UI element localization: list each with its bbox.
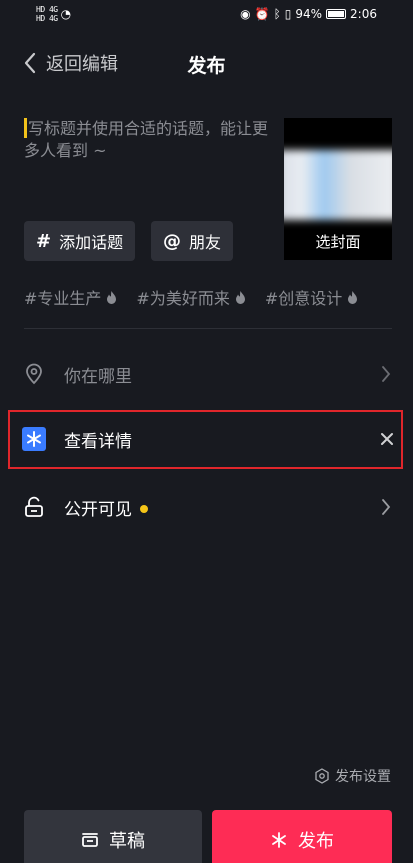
- add-topic-label: 添加话题: [59, 233, 124, 252]
- details-row[interactable]: 查看详情: [22, 419, 394, 459]
- caption-input[interactable]: 写标题并使用合适的话题，能让更多人看到 ~: [24, 118, 274, 162]
- wifi-icon: ◔: [60, 7, 72, 21]
- alarm-icon: ⏰: [254, 7, 270, 21]
- details-app-icon: [22, 427, 46, 451]
- draft-label: 草稿: [109, 831, 145, 852]
- location-label: 你在哪里: [64, 366, 132, 387]
- status-bar: HD 4G HD 4G ◔ ◉ ⏰ ᛒ ▯ 94% 2:06: [0, 0, 413, 30]
- publish-button[interactable]: 发布: [212, 810, 392, 863]
- cover-picker[interactable]: 选封面: [284, 118, 392, 260]
- draft-box-icon: [82, 833, 98, 847]
- location-row[interactable]: 你在哪里: [22, 354, 392, 394]
- header: 返回编辑 发布: [0, 44, 413, 84]
- status-right: ◉ ⏰ ᛒ ▯ 94% 2:06: [240, 7, 377, 21]
- new-badge-dot: [140, 504, 148, 513]
- sparkle-icon: [272, 832, 286, 848]
- flame-icon: [107, 290, 117, 304]
- cover-thumbnail: [284, 150, 392, 220]
- hashtag-suggestion[interactable]: #专业生产: [24, 284, 118, 310]
- chevron-right-icon: [382, 366, 391, 382]
- location-pin-icon: [22, 362, 46, 386]
- mention-friend-label: 朋友: [189, 233, 222, 252]
- battery-icon: [326, 9, 347, 19]
- add-topic-button[interactable]: # 添加话题: [24, 221, 136, 261]
- at-icon: @: [163, 230, 181, 252]
- flame-icon: [348, 290, 358, 304]
- caption-placeholder: 写标题并使用合适的话题，能让更多人看到 ~: [24, 119, 269, 160]
- vibrate-icon: ▯: [284, 7, 292, 21]
- publish-settings-link[interactable]: 发布设置: [314, 766, 391, 786]
- hashtag-suggestion[interactable]: #创意设计: [265, 284, 359, 310]
- eye-icon: ◉: [240, 7, 251, 21]
- bluetooth-icon: ᛒ: [273, 7, 281, 21]
- publish-label: 发布: [298, 831, 334, 852]
- details-label: 查看详情: [64, 431, 132, 452]
- cover-label: 选封面: [315, 233, 361, 251]
- chevron-right-icon: [382, 499, 391, 515]
- visibility-label: 公开可见: [64, 499, 132, 520]
- divider: [24, 328, 392, 329]
- text-cursor: [24, 118, 27, 138]
- flame-icon: [235, 290, 245, 304]
- hashtag-icon: #: [36, 230, 52, 252]
- visibility-row[interactable]: 公开可见: [22, 487, 392, 527]
- signal-indicators: HD 4G HD 4G ◔: [36, 5, 71, 23]
- publish-settings-label: 发布设置: [335, 769, 391, 785]
- battery-percent: 94%: [295, 7, 323, 21]
- page-title: 发布: [187, 55, 226, 77]
- hashtag-suggestions: #专业生产 #为美好而来 #创意设计: [24, 284, 404, 310]
- clock: 2:06: [350, 7, 377, 21]
- unlock-icon: [22, 495, 46, 519]
- hashtag-suggestion[interactable]: #为美好而来: [136, 284, 246, 310]
- signal-icon: HD 4G HD 4G: [36, 5, 58, 23]
- mention-friend-button[interactable]: @ 朋友: [151, 221, 234, 261]
- draft-button[interactable]: 草稿: [24, 810, 202, 863]
- close-icon[interactable]: [380, 432, 394, 446]
- settings-hexagon-icon: [315, 768, 329, 784]
